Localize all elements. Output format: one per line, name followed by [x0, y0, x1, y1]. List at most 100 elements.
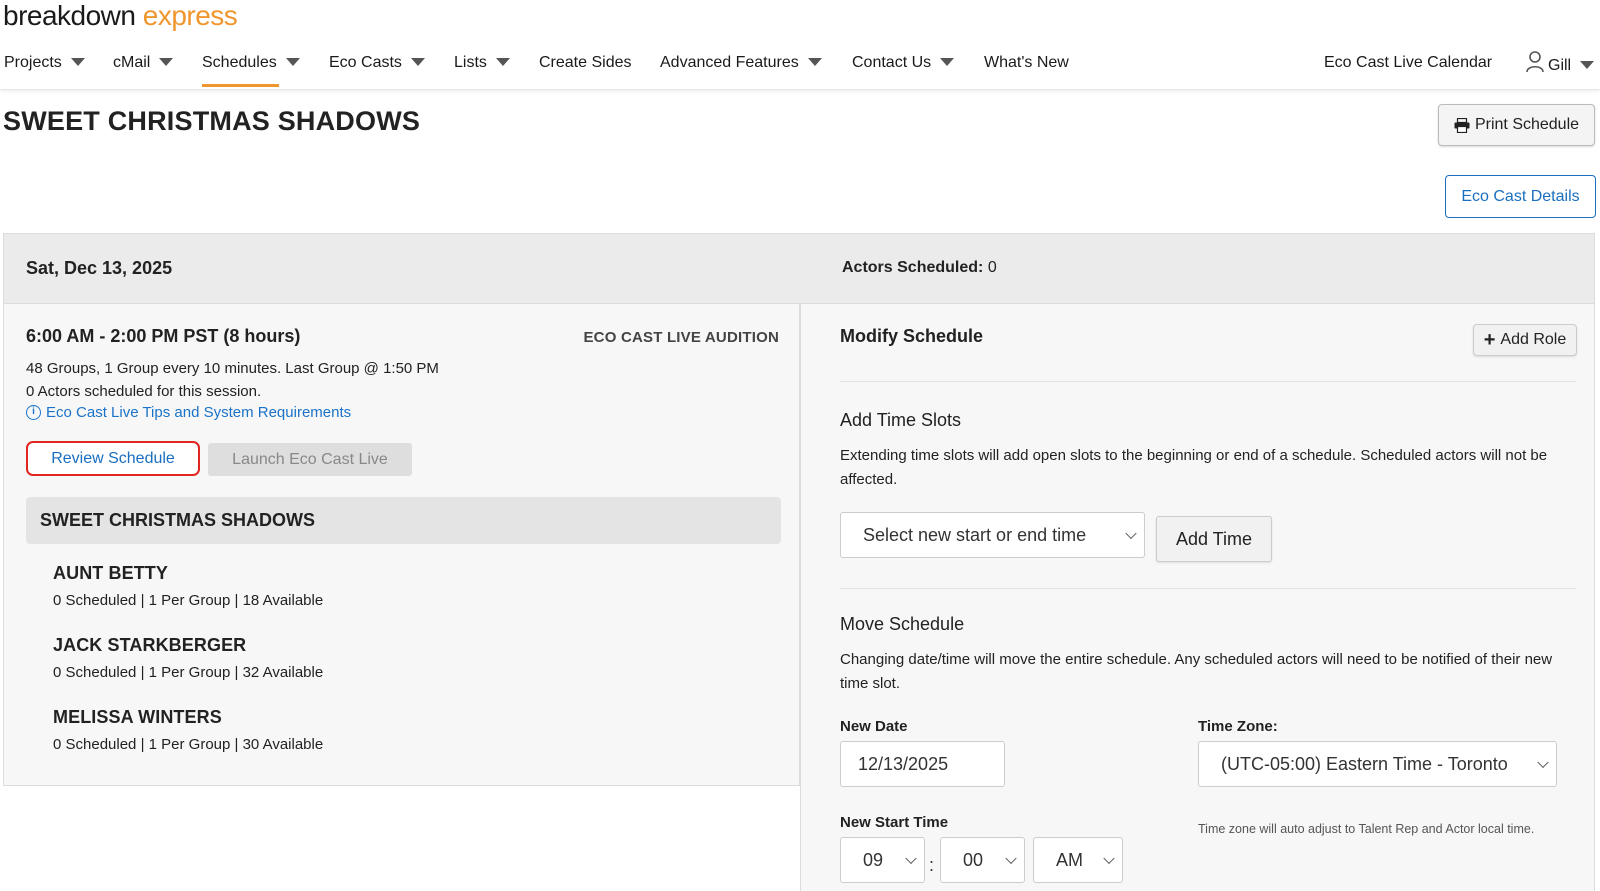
- print-schedule-label: Print Schedule: [1474, 116, 1580, 133]
- new-start-time-label: New Start Time: [840, 814, 949, 831]
- nav-eco-casts-label: Eco Casts: [329, 54, 402, 71]
- nav-schedules[interactable]: Schedules: [202, 54, 300, 72]
- session-actors-info: 0 Actors scheduled for this session.: [26, 383, 262, 400]
- role-stats: 0 Scheduled | 1 Per Group | 32 Available: [53, 664, 324, 681]
- plus-icon: +: [1483, 329, 1496, 351]
- nav-whats-new[interactable]: What's New: [984, 54, 1069, 72]
- add-role-label: Add Role: [1500, 331, 1567, 348]
- info-icon: i: [26, 405, 41, 420]
- add-time-button[interactable]: Add Time: [1156, 516, 1272, 562]
- modify-schedule-title: Modify Schedule: [840, 326, 984, 346]
- print-schedule-button[interactable]: Print Schedule: [1438, 104, 1595, 146]
- modify-schedule-column: Modify Schedule + Add Role Add Time Slot…: [800, 303, 1595, 891]
- add-time-slots-desc: Extending time slots will add open slots…: [840, 447, 1548, 488]
- nav-eco-casts[interactable]: Eco Casts: [329, 54, 425, 72]
- eco-cast-tips-label: Eco Cast Live Tips and System Requiremen…: [46, 404, 352, 421]
- time-zone-label: Time Zone:: [1198, 718, 1278, 735]
- chevron-down-icon: [410, 58, 425, 66]
- minute-value: 00: [963, 849, 984, 870]
- chevron-down-icon: [1125, 527, 1137, 540]
- nav-eco-calendar-label: Eco Cast Live Calendar: [1324, 54, 1493, 71]
- schedule-date: Sat, Dec 13, 2025: [26, 258, 173, 278]
- time-slot-select[interactable]: Select new start or end time: [840, 512, 1145, 558]
- move-schedule-title: Move Schedule: [840, 614, 965, 634]
- project-name: SWEET CHRISTMAS SHADOWS: [40, 510, 316, 530]
- chevron-down-icon: [70, 58, 85, 66]
- actors-scheduled-value: 0: [987, 259, 997, 276]
- nav-user-label: Gill: [1548, 57, 1572, 74]
- chevron-down-icon: [495, 58, 510, 66]
- divider: [840, 588, 1576, 589]
- nav-projects-label: Projects: [4, 54, 62, 71]
- time-zone-note: Time zone will auto adjust to Talent Rep…: [1198, 822, 1535, 836]
- new-date-input[interactable]: 12/13/2025: [840, 741, 1005, 787]
- chevron-down-icon: [285, 58, 300, 66]
- hour-value: 09: [863, 849, 884, 870]
- logo-part-breakdown: breakdown: [3, 0, 136, 31]
- new-date-label: New Date: [840, 718, 908, 735]
- eco-cast-tips-link[interactable]: i Eco Cast Live Tips and System Requirem…: [26, 404, 351, 421]
- time-zone-select[interactable]: (UTC-05:00) Eastern Time - Toronto: [1198, 741, 1557, 787]
- nav-advanced-features[interactable]: Advanced Features: [660, 54, 822, 72]
- schedule-day-header: Sat, Dec 13, 2025 Actors Scheduled: 0: [3, 233, 1595, 303]
- new-date-value: 12/13/2025: [858, 753, 949, 774]
- session-column: 6:00 AM - 2:00 PM PST (8 hours) ECO CAST…: [3, 303, 800, 786]
- eco-cast-details-button[interactable]: Eco Cast Details: [1445, 175, 1596, 218]
- chevron-down-icon: [1580, 61, 1595, 69]
- printer-icon: [1454, 117, 1470, 133]
- hour-select[interactable]: 09: [840, 837, 925, 883]
- role-item: MELISSA WINTERS 0 Scheduled | 1 Per Grou…: [53, 707, 323, 753]
- nav-eco-calendar[interactable]: Eco Cast Live Calendar: [1324, 54, 1492, 72]
- project-header: SWEET CHRISTMAS SHADOWS: [26, 497, 781, 544]
- role-item: AUNT BETTY 0 Scheduled | 1 Per Group | 1…: [53, 563, 323, 609]
- nav-lists[interactable]: Lists: [454, 54, 510, 72]
- session-groups-info: 48 Groups, 1 Group every 10 minutes. Las…: [26, 360, 439, 377]
- chevron-down-icon: [159, 58, 174, 66]
- nav-cmail-label: cMail: [113, 54, 151, 71]
- ampm-value: AM: [1056, 849, 1083, 870]
- chevron-down-icon: [807, 58, 822, 66]
- actors-scheduled-label: Actors Scheduled:: [842, 259, 984, 276]
- page-title: SWEET CHRISTMAS SHADOWS: [3, 106, 421, 136]
- nav-user-menu[interactable]: Gill: [1526, 51, 1595, 78]
- time-slot-select-value: Select new start or end time: [863, 524, 1087, 545]
- nav-whats-new-label: What's New: [984, 54, 1069, 71]
- session-type: ECO CAST LIVE AUDITION: [583, 329, 779, 346]
- main-nav: Projects cMail Schedules Eco Casts Lists…: [0, 40, 1600, 90]
- chevron-down-icon: [1005, 852, 1017, 865]
- session-time: 6:00 AM - 2:00 PM PST (8 hours): [26, 326, 301, 346]
- actors-scheduled: Actors Scheduled: 0: [842, 259, 997, 277]
- launch-eco-cast-live-button[interactable]: Launch Eco Cast Live: [208, 443, 412, 476]
- role-name: MELISSA WINTERS: [53, 707, 222, 727]
- role-stats: 0 Scheduled | 1 Per Group | 18 Available: [53, 592, 324, 609]
- nav-create-sides-label: Create Sides: [539, 54, 632, 71]
- time-separator: :: [929, 855, 935, 875]
- user-icon: [1526, 51, 1544, 78]
- role-item: JACK STARKBERGER 0 Scheduled | 1 Per Gro…: [53, 635, 323, 681]
- nav-cmail[interactable]: cMail: [113, 54, 174, 72]
- nav-schedules-label: Schedules: [202, 54, 277, 71]
- nav-lists-label: Lists: [454, 54, 487, 71]
- time-zone-value: (UTC-05:00) Eastern Time - Toronto: [1221, 753, 1508, 774]
- minute-select[interactable]: 00: [940, 837, 1025, 883]
- nav-projects[interactable]: Projects: [4, 54, 85, 72]
- nav-contact-us[interactable]: Contact Us: [852, 54, 955, 72]
- review-schedule-button[interactable]: Review Schedule: [26, 441, 200, 476]
- move-schedule-desc: Changing date/time will move the entire …: [840, 651, 1553, 692]
- add-time-slots-title: Add Time Slots: [840, 410, 962, 430]
- ampm-select[interactable]: AM: [1033, 837, 1123, 883]
- chevron-down-icon: [1103, 852, 1115, 865]
- brand-logo[interactable]: breakdown express: [3, 0, 238, 32]
- chevron-down-icon: [905, 852, 917, 865]
- add-role-button[interactable]: + Add Role: [1473, 324, 1577, 356]
- nav-advanced-features-label: Advanced Features: [660, 54, 799, 71]
- nav-active-indicator: [202, 84, 279, 87]
- logo-part-express: express: [142, 0, 238, 31]
- role-name: JACK STARKBERGER: [53, 635, 247, 655]
- role-name: AUNT BETTY: [53, 563, 168, 583]
- chevron-down-icon: [1537, 756, 1549, 769]
- nav-create-sides[interactable]: Create Sides: [539, 54, 632, 72]
- nav-contact-us-label: Contact Us: [852, 54, 932, 71]
- chevron-down-icon: [940, 58, 955, 66]
- divider: [840, 381, 1576, 382]
